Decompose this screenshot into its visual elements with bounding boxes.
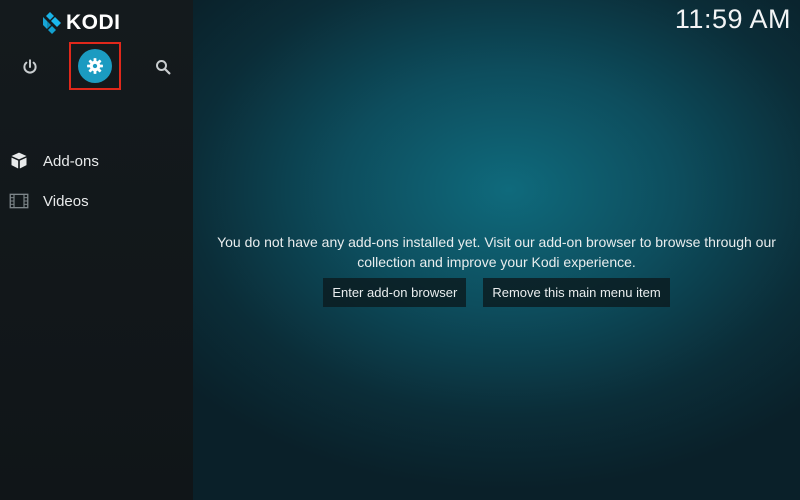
menu-item-label: Add-ons bbox=[43, 152, 99, 170]
gear-icon bbox=[87, 58, 103, 74]
message-line-1: You do not have any add-ons installed ye… bbox=[217, 234, 776, 250]
menu-item-addons[interactable]: Add-ons bbox=[0, 141, 193, 181]
film-strip-icon bbox=[9, 193, 29, 209]
enter-addon-browser-button[interactable]: Enter add-on browser bbox=[323, 278, 467, 307]
settings-button-highlight[interactable] bbox=[69, 42, 121, 90]
sidebar: KODI Add-ons Videos bbox=[0, 0, 193, 500]
kodi-home-screen: KODI Add-ons Videos 11:59 AM You do not … bbox=[0, 0, 800, 500]
power-button[interactable] bbox=[13, 50, 47, 84]
remove-menu-item-button[interactable]: Remove this main menu item bbox=[483, 278, 670, 307]
empty-addons-message: You do not have any add-ons installed ye… bbox=[193, 232, 800, 272]
power-icon bbox=[23, 59, 37, 74]
menu-item-videos[interactable]: Videos bbox=[0, 181, 193, 221]
main-menu: Add-ons Videos bbox=[0, 141, 193, 221]
logo-text: KODI bbox=[66, 11, 121, 34]
search-button[interactable] bbox=[146, 50, 180, 84]
main-content: 11:59 AM You do not have any add-ons ins… bbox=[193, 0, 800, 500]
kodi-logo-icon bbox=[43, 12, 61, 34]
message-line-2: collection and improve your Kodi experie… bbox=[357, 254, 636, 270]
addons-box-icon bbox=[11, 152, 27, 169]
search-icon bbox=[156, 60, 171, 75]
kodi-logo: KODI bbox=[38, 10, 121, 36]
settings-button[interactable] bbox=[78, 49, 112, 83]
clock: 11:59 AM bbox=[674, 4, 791, 34]
menu-item-label: Videos bbox=[43, 192, 89, 210]
action-buttons: Enter add-on browser Remove this main me… bbox=[193, 278, 800, 307]
